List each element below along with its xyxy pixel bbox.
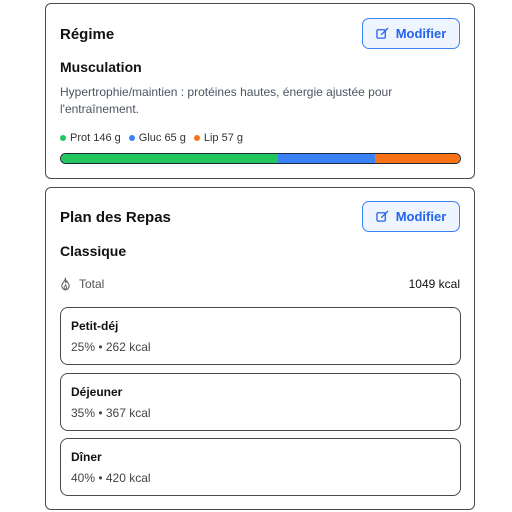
regime-card: Régime Modifier Musculation Hypertrophie… — [45, 3, 475, 179]
macro-protein: Prot 146 g — [60, 132, 121, 144]
regime-modify-label: Modifier — [395, 26, 447, 41]
macro-carbs-label: Gluc 65 g — [138, 132, 186, 144]
meal-name: Petit-déj — [71, 319, 119, 333]
meal-plan-modify-label: Modifier — [395, 209, 447, 224]
edit-icon — [375, 27, 388, 39]
meal-plan-name: Classique — [60, 243, 127, 259]
fat-dot — [193, 135, 200, 141]
meal-name: Déjeuner — [71, 385, 123, 399]
edit-icon — [375, 210, 388, 222]
macro-legend: Prot 146 g Gluc 65 g Lip 57 g — [60, 132, 243, 144]
meal-item-dinner[interactable]: Dîner 40% • 420 kcal — [60, 438, 461, 496]
fat-segment — [375, 154, 460, 163]
regime-title: Régime — [60, 26, 115, 43]
meal-info: 25% • 262 kcal — [71, 340, 151, 354]
regime-description: Hypertrophie/maintien : protéines hautes… — [60, 85, 393, 116]
meal-info: 40% • 420 kcal — [71, 471, 151, 485]
flame-icon — [61, 277, 70, 291]
carbs-segment — [278, 154, 376, 163]
total-label: Total — [79, 277, 105, 291]
carbs-dot — [128, 135, 135, 141]
meal-info: 35% • 367 kcal — [71, 406, 151, 420]
protein-dot — [60, 135, 66, 141]
meal-item-lunch[interactable]: Déjeuner 35% • 367 kcal — [60, 373, 461, 431]
meal-name: Dîner — [71, 450, 102, 464]
meal-plan-modify-button[interactable]: Modifier — [362, 201, 460, 232]
macro-carbs: Gluc 65 g — [128, 132, 186, 144]
protein-segment — [61, 154, 279, 163]
regime-modify-button[interactable]: Modifier — [362, 18, 460, 49]
meal-item-breakfast[interactable]: Petit-déj 25% • 262 kcal — [60, 307, 461, 365]
macro-distribution-bar — [60, 153, 461, 164]
total-row: Total 1049 kcal — [60, 275, 460, 293]
macro-fat: Lip 57 g — [193, 132, 244, 144]
meal-plan-title: Plan des Repas — [60, 209, 171, 226]
macro-protein-label: Prot 146 g — [70, 132, 121, 144]
total-value: 1049 kcal — [408, 277, 460, 291]
meal-plan-card: Plan des Repas Modifier Classique Total … — [45, 187, 475, 510]
macro-fat-label: Lip 57 g — [203, 132, 244, 144]
regime-name: Musculation — [60, 59, 142, 75]
